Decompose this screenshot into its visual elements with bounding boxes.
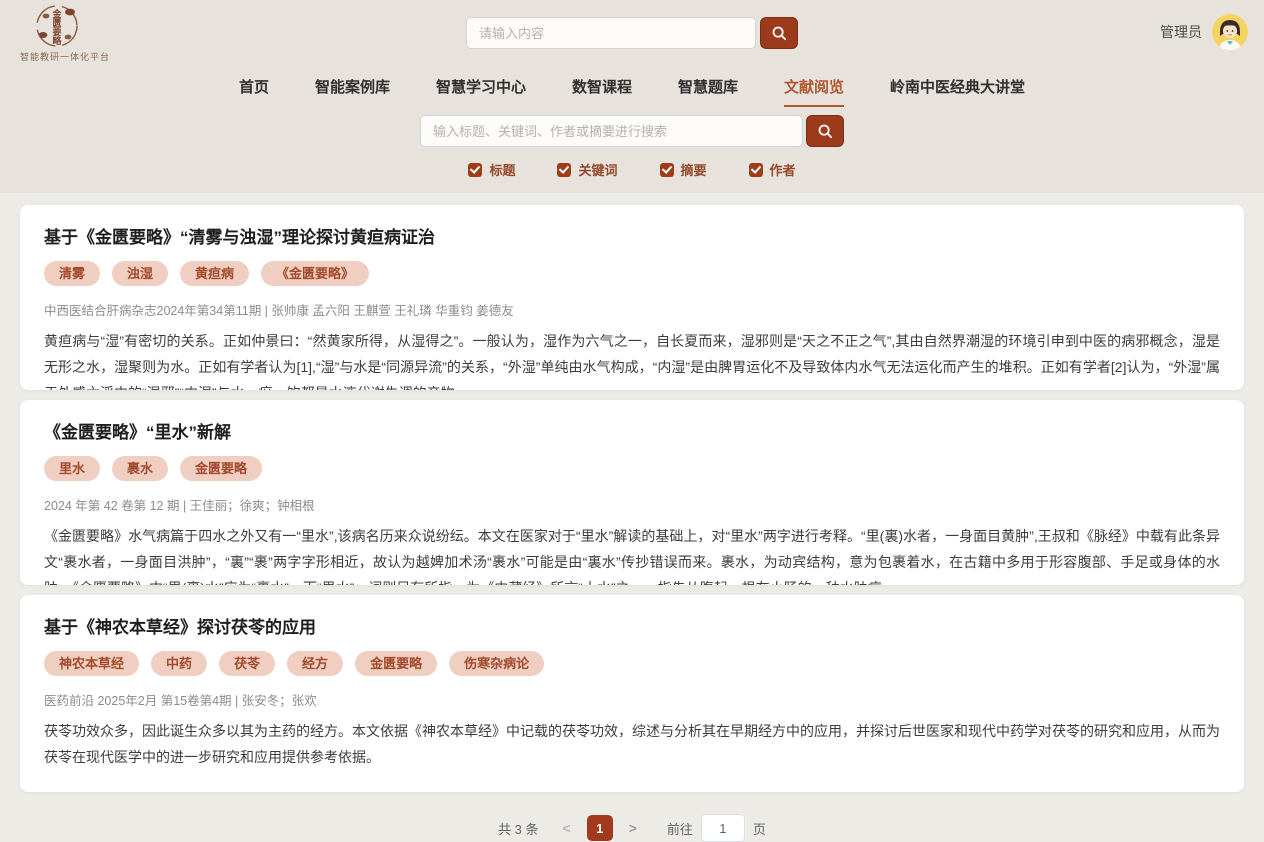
tag: 中药 [151, 651, 207, 676]
article-list: 基于《金匮要略》“清雾与浊湿”理论探讨黄疸病证治 清雾浊湿黄疸病《金匮要略》 中… [0, 193, 1264, 792]
main-nav: 首页 智能案例库 智慧学习中心 数智课程 智慧题库 文献阅览 岭南中医经典大讲堂 [0, 66, 1264, 107]
top-search-button[interactable] [760, 17, 798, 49]
nav-item-home[interactable]: 首页 [239, 76, 269, 107]
goto-unit-label: 页 [753, 819, 766, 838]
article-meta: 中西医结合肝病杂志2024年第34第11期 | 张帅康 孟六阳 王麒萱 王礼璘 … [44, 300, 1220, 319]
platform-name: 智能教研一体化平台 [20, 50, 140, 63]
article-meta: 医药前沿 2025年2月 第15卷第4期 | 张安冬；张欢 [44, 690, 1220, 709]
article-meta: 2024 年第 42 卷第 12 期 | 王佳丽；徐爽；钟相根 [44, 495, 1220, 514]
tag: 金匮要略 [180, 456, 262, 481]
prev-page-icon[interactable]: < [557, 820, 577, 836]
article-abstract: 茯苓功效众多，因此诞生众多以其为主药的经方。本文依据《神农本草经》中记载的茯苓功… [44, 718, 1220, 770]
logo-seal-icon: 金 匮 要 略 [34, 3, 80, 49]
tag: 神农本草经 [44, 651, 139, 676]
nav-item-learning-center[interactable]: 智慧学习中心 [436, 76, 526, 107]
literature-search-button[interactable] [806, 115, 844, 147]
article-title[interactable]: 基于《金匮要略》“清雾与浊湿”理论探讨黄疸病证治 [44, 223, 1220, 248]
top-search-input[interactable] [466, 17, 756, 49]
filter-title[interactable]: 标题 [468, 160, 515, 179]
top-zone: 金 匮 要 略 智能教研一体化平台 管理员 [0, 0, 1264, 193]
header: 金 匮 要 略 智能教研一体化平台 管理员 [0, 0, 1264, 66]
tag-row: 清雾浊湿黄疸病《金匮要略》 [44, 261, 1220, 286]
goto-page: 前往 页 [667, 814, 766, 842]
user-area: 管理员 [1160, 14, 1248, 50]
checkbox-checked-icon[interactable] [749, 163, 763, 177]
top-search [466, 17, 798, 49]
search-icon [771, 25, 787, 41]
article-card[interactable]: 《金匮要略》“里水”新解 里水裹水金匮要略 2024 年第 42 卷第 12 期… [20, 400, 1244, 585]
tag: 伤寒杂病论 [449, 651, 544, 676]
literature-search [420, 115, 844, 147]
filter-label: 摘要 [681, 160, 707, 179]
filter-keywords[interactable]: 关键词 [557, 160, 617, 179]
avatar[interactable] [1212, 14, 1248, 50]
pagination: 共 3 条 < 1 > 前往 页 [0, 814, 1264, 842]
article-card[interactable]: 基于《金匮要略》“清雾与浊湿”理论探讨黄疸病证治 清雾浊湿黄疸病《金匮要略》 中… [20, 205, 1244, 390]
total-count-label: 共 3 条 [498, 819, 538, 838]
tag: 黄疸病 [180, 261, 249, 286]
tag: 浊湿 [112, 261, 168, 286]
article-abstract: 《金匮要略》水气病篇于四水之外又有一“里水”,该病名历来众说纷纭。本文在医家对于… [44, 523, 1220, 585]
filter-label: 作者 [770, 160, 796, 179]
goto-label: 前往 [667, 819, 693, 838]
tag: 金匮要略 [355, 651, 437, 676]
article-title[interactable]: 基于《神农本草经》探讨茯苓的应用 [44, 613, 1220, 638]
filter-label: 标题 [489, 160, 515, 179]
tag: 里水 [44, 456, 100, 481]
filter-author[interactable]: 作者 [749, 160, 796, 179]
checkbox-checked-icon[interactable] [468, 163, 482, 177]
logo: 金 匮 要 略 智能教研一体化平台 [20, 3, 140, 63]
tag: 茯苓 [219, 651, 275, 676]
nav-item-question-bank[interactable]: 智慧题库 [678, 76, 738, 107]
nav-item-lingnan-lectures[interactable]: 岭南中医经典大讲堂 [890, 76, 1025, 107]
tag: 经方 [287, 651, 343, 676]
tag: 裹水 [112, 456, 168, 481]
checkbox-checked-icon[interactable] [660, 163, 674, 177]
search-filters: 标题 关键词 摘要 作者 [0, 160, 1264, 179]
page-number-button[interactable]: 1 [587, 815, 613, 841]
article-card[interactable]: 基于《神农本草经》探讨茯苓的应用 神农本草经中药茯苓经方金匮要略伤寒杂病论 医药… [20, 595, 1244, 792]
goto-page-input[interactable] [701, 814, 745, 842]
tag-row: 神农本草经中药茯苓经方金匮要略伤寒杂病论 [44, 651, 1220, 676]
tag: 清雾 [44, 261, 100, 286]
filter-abstract[interactable]: 摘要 [660, 160, 707, 179]
filter-label: 关键词 [578, 160, 617, 179]
search-icon [817, 123, 833, 139]
nav-item-literature[interactable]: 文献阅览 [784, 76, 844, 107]
tag: 《金匮要略》 [261, 261, 369, 286]
user-role-label: 管理员 [1160, 22, 1202, 42]
nav-item-digital-courses[interactable]: 数智课程 [572, 76, 632, 107]
article-abstract: 黄疸病与“湿”有密切的关系。正如仲景曰：“然黄家所得，从湿得之”。一般认为，湿作… [44, 328, 1220, 390]
tag-row: 里水裹水金匮要略 [44, 456, 1220, 481]
checkbox-checked-icon[interactable] [557, 163, 571, 177]
next-page-icon[interactable]: > [623, 820, 643, 836]
svg-text:略: 略 [52, 35, 62, 46]
literature-search-input[interactable] [420, 115, 803, 147]
article-title[interactable]: 《金匮要略》“里水”新解 [44, 418, 1220, 443]
nav-item-case-library[interactable]: 智能案例库 [315, 76, 390, 107]
